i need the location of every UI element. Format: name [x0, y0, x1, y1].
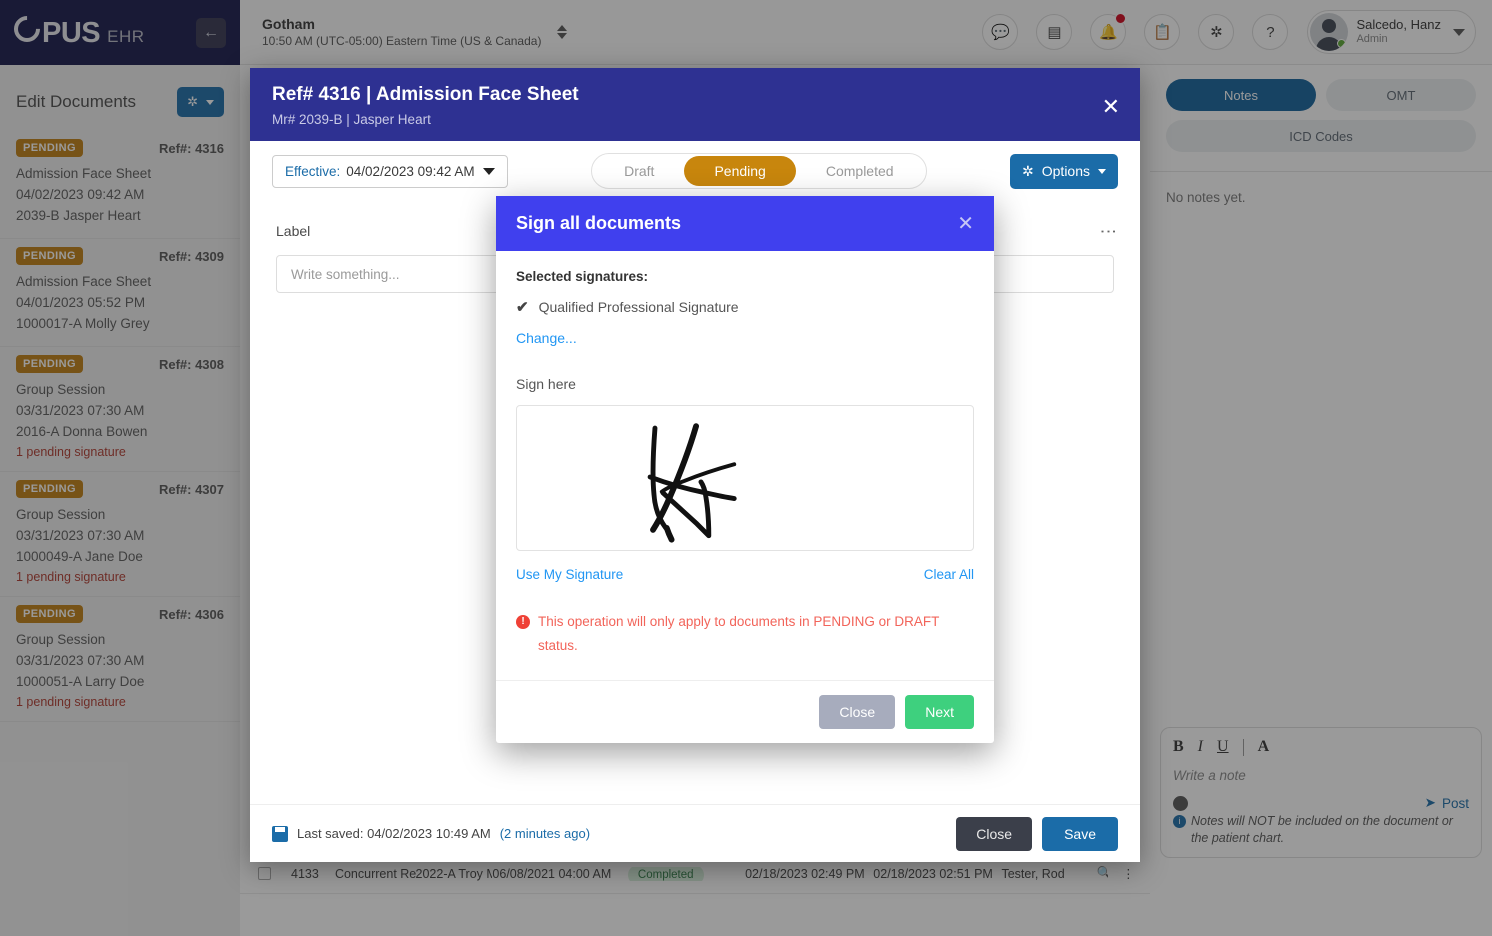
document-modal-header: Ref# 4316 | Admission Face Sheet Mr# 203… — [250, 68, 1140, 141]
error-icon: ! — [516, 615, 530, 629]
last-saved-ago: (2 minutes ago) — [499, 826, 591, 841]
sign-dialog-header: Sign all documents ✕ — [496, 196, 994, 251]
application-root: Notes OMT ICD Codes No notes yet. B I U … — [0, 0, 1492, 936]
document-modal-footer: Last saved: 04/02/2023 10:49 AM (2 minut… — [250, 804, 1140, 862]
effective-date-selector[interactable]: Effective: 04/02/2023 09:42 AM — [272, 154, 508, 188]
clear-all-link[interactable]: Clear All — [924, 567, 974, 582]
signature-drawing — [647, 423, 737, 543]
signature-canvas[interactable] — [516, 405, 974, 551]
check-icon: ✔ — [516, 299, 529, 316]
use-my-signature-link[interactable]: Use My Signature — [516, 567, 623, 582]
sign-dialog-close-button[interactable]: Close — [819, 695, 896, 729]
document-modal-title: Ref# 4316 | Admission Face Sheet — [272, 84, 579, 105]
selected-signature-item: ✔ Qualified Professional Signature — [516, 298, 974, 316]
options-label: Options — [1041, 163, 1090, 179]
document-save-button[interactable]: Save — [1042, 816, 1118, 851]
chevron-down-icon — [482, 167, 495, 175]
sign-dialog-warning: ! This operation will only apply to docu… — [516, 610, 974, 658]
field-menu-icon[interactable]: ⋮ — [1099, 223, 1118, 241]
segment-draft[interactable]: Draft — [594, 156, 684, 186]
effective-value: 04/02/2023 09:42 AM — [346, 163, 475, 179]
last-saved-text: Last saved: 04/02/2023 10:49 AM — [297, 826, 491, 841]
document-close-button[interactable]: Close — [956, 816, 1033, 851]
save-icon — [272, 825, 288, 842]
effective-label: Effective: — [285, 163, 341, 179]
change-signature-link[interactable]: Change... — [516, 330, 974, 346]
document-modal-subtitle: Mr# 2039-B | Jasper Heart — [272, 112, 431, 127]
close-icon[interactable]: ✕ — [957, 214, 974, 234]
gear-icon: ✲ — [1022, 162, 1034, 179]
status-segmented-control: Draft Pending Completed — [591, 153, 927, 189]
signature-name: Qualified Professional Signature — [538, 299, 739, 315]
options-button[interactable]: ✲ Options — [1010, 153, 1118, 189]
document-modal-actions: Close Save — [956, 816, 1118, 851]
document-toolbar: Effective: 04/02/2023 09:42 AM Draft Pen… — [250, 141, 1140, 201]
field-label: Label — [276, 223, 311, 239]
segment-completed[interactable]: Completed — [796, 156, 924, 186]
sign-dialog-next-button[interactable]: Next — [905, 695, 974, 729]
label-input-placeholder: Write something... — [291, 266, 400, 282]
selected-signatures-label: Selected signatures: — [516, 269, 649, 284]
sign-dialog-title: Sign all documents — [516, 213, 682, 233]
sign-dialog-footer: Close Next — [496, 680, 994, 743]
chevron-down-icon — [1098, 168, 1106, 174]
sign-dialog-body: Selected signatures: ✔ Qualified Profess… — [496, 251, 994, 680]
signature-links: Use My Signature Clear All — [516, 567, 974, 582]
segment-pending[interactable]: Pending — [684, 156, 796, 186]
last-saved-status: Last saved: 04/02/2023 10:49 AM (2 minut… — [272, 825, 591, 842]
sign-here-label: Sign here — [516, 376, 576, 392]
close-icon[interactable]: ✕ — [1102, 96, 1120, 118]
sign-all-documents-dialog: Sign all documents ✕ Selected signatures… — [496, 196, 994, 743]
sign-dialog-warning-text: This operation will only apply to docume… — [538, 614, 940, 653]
